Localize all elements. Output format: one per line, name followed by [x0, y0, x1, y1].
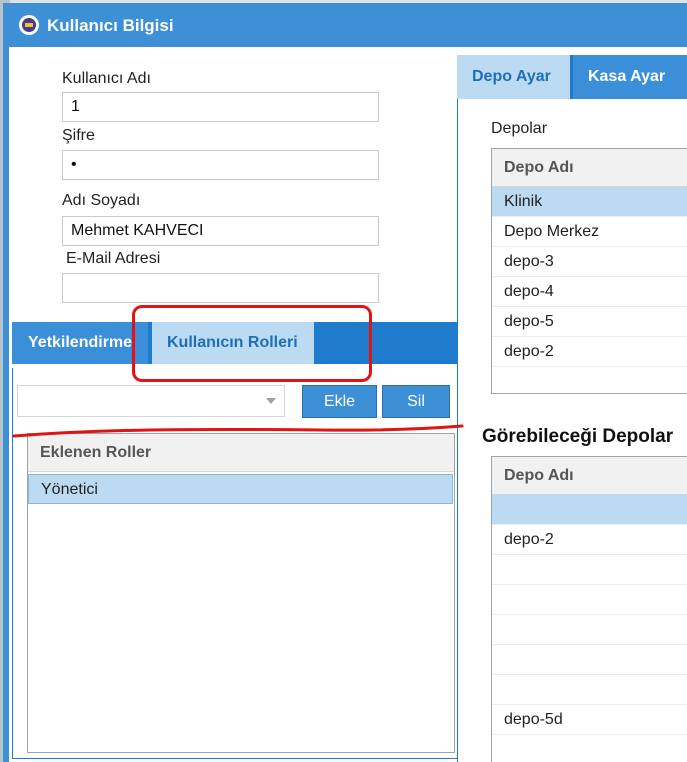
annotation-underline	[12, 424, 464, 438]
